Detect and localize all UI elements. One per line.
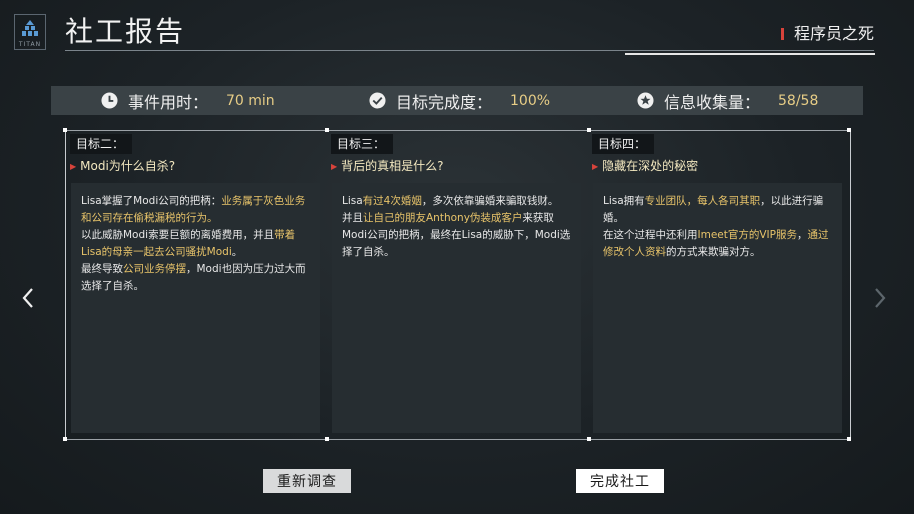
logo-text: TITAN <box>18 41 42 48</box>
frame-corner <box>587 437 591 441</box>
highlight-text: 公司业务停摆 <box>123 263 186 275</box>
case-name-text: 程序员之死 <box>793 24 874 43</box>
stats-bar: 事件用时： 70 min 目标完成度： 100% 信息收集量： 58/58 <box>51 86 863 115</box>
body-text: 并且 <box>342 212 363 224</box>
goal-2-question-text: Modi为什么自杀? <box>80 159 176 173</box>
chevron-left-icon[interactable] <box>18 286 38 310</box>
goal-paragraph: Lisa有过4次婚姻，多次依靠骗婚来骗取钱财。 <box>342 193 571 210</box>
title-divider-accent <box>625 53 875 55</box>
case-marker <box>780 28 784 40</box>
stat-time-label: 事件用时： <box>128 92 209 112</box>
building-icon <box>22 20 38 36</box>
goal-4-header: 目标四： <box>592 134 655 154</box>
goal-3-card: Lisa有过4次婚姻，多次依靠骗婚来骗取钱财。 并且让自己的朋友Anthony伪装… <box>332 183 581 433</box>
body-text: ，多次依靠骗婚来骗取钱财。 <box>421 195 559 207</box>
body-text: ， <box>796 229 808 241</box>
frame-corner <box>63 437 67 441</box>
bullet-arrow-icon: ▶ <box>592 162 599 171</box>
stat-info-label: 信息收集量： <box>664 92 761 112</box>
stat-time-value: 70 min <box>226 92 275 109</box>
stat-info: 信息收集量： 58/58 <box>637 86 818 115</box>
clock-icon <box>101 92 118 109</box>
frame-corner <box>847 437 851 441</box>
highlight-text: Imeet官方的VIP服务 <box>697 229 797 241</box>
body-text: 以此威胁Modi索要巨额的离婚费用，并且 <box>81 229 275 241</box>
goal-2-tag: 目标二： <box>70 134 133 154</box>
frame-top-line <box>65 130 851 131</box>
reinvestigate-button[interactable]: 重新调查 <box>263 469 351 493</box>
highlight-text: 专业团队，每人各司其职 <box>644 195 761 207</box>
titan-logo: TITAN <box>14 14 46 50</box>
stat-completion: 目标完成度： 100% <box>369 86 550 115</box>
frame-corner <box>325 128 329 132</box>
frame-corner <box>63 128 67 132</box>
body-text: Lisa <box>342 195 363 207</box>
goal-2-card: Lisa掌握了Modi公司的把柄：业务属于灰色业务和公司存在偷税漏税的行为。 以此… <box>71 183 320 433</box>
highlight-text: 有过4次婚姻 <box>362 195 422 207</box>
goal-2-body: Lisa掌握了Modi公司的把柄：业务属于灰色业务和公司存在偷税漏税的行为。 以此… <box>71 183 320 295</box>
goal-3-question: ▶ 背后的真相是什么? <box>331 157 444 174</box>
goal-4-question-text: 隐藏在深处的秘密 <box>602 159 699 173</box>
goal-3-body: Lisa有过4次婚姻，多次依靠骗婚来骗取钱财。 并且让自己的朋友Anthony伪装… <box>332 183 581 261</box>
goal-2-header: 目标二： <box>70 134 133 154</box>
body-text: 。 <box>231 246 243 258</box>
chevron-right-icon[interactable] <box>870 286 890 310</box>
frame-corner <box>325 437 329 441</box>
body-text: 最终导致 <box>81 263 123 275</box>
case-name: 程序员之死 <box>780 20 874 44</box>
frame-corner <box>587 128 591 132</box>
star-circle-icon <box>637 92 654 109</box>
goal-paragraph: Lisa掌握了Modi公司的把柄：业务属于灰色业务和公司存在偷税漏税的行为。 <box>81 193 310 227</box>
bullet-arrow-icon: ▶ <box>70 162 77 171</box>
stat-completion-value: 100% <box>510 92 551 109</box>
goal-paragraph: Lisa拥有专业团队，每人各司其职，以此进行骗婚。 <box>603 193 832 227</box>
body-text: Lisa拥有 <box>603 195 645 207</box>
complete-button[interactable]: 完成社工 <box>576 469 664 493</box>
goal-paragraph: 最终导致公司业务停摆，Modi也因为压力过大而选择了自杀。 <box>81 261 310 295</box>
bullet-arrow-icon: ▶ <box>331 162 338 171</box>
goal-4-card: Lisa拥有专业团队，每人各司其职，以此进行骗婚。 在这个过程中还利用Imeet官… <box>593 183 842 433</box>
frame-bottom-line <box>65 439 851 440</box>
stat-time: 事件用时： 70 min <box>101 86 275 115</box>
goal-3-header: 目标三： <box>331 134 394 154</box>
goal-paragraph: 在这个过程中还利用Imeet官方的VIP服务，通过修改个人资料的方式来欺骗对方。 <box>603 227 832 261</box>
body-text: Lisa掌握了Modi公司的把柄： <box>81 195 222 207</box>
body-text: 在这个过程中还利用 <box>603 229 698 241</box>
check-circle-icon <box>369 92 386 109</box>
stat-completion-label: 目标完成度： <box>396 92 493 112</box>
goal-4-tag: 目标四： <box>592 134 655 154</box>
goal-paragraph: 并且让自己的朋友Anthony伪装成客户来获取Modi公司的把柄，最终在Lisa… <box>342 210 571 261</box>
goal-3-tag: 目标三： <box>331 134 394 154</box>
goal-4-question: ▶ 隐藏在深处的秘密 <box>592 157 698 174</box>
page-title: 社工报告 <box>65 15 186 48</box>
frame-corner <box>847 128 851 132</box>
title-divider <box>65 50 874 51</box>
highlight-text: 让自己的朋友Anthony伪装成客户 <box>363 212 523 224</box>
goal-3-question-text: 背后的真相是什么? <box>341 159 444 173</box>
goal-2-question: ▶ Modi为什么自杀? <box>70 157 175 174</box>
goal-paragraph: 以此威胁Modi索要巨额的离婚费用，并且带着Lisa的母亲一起去公司骚扰Modi… <box>81 227 310 261</box>
body-text: 的方式来欺骗对方。 <box>666 246 761 258</box>
goal-4-body: Lisa拥有专业团队，每人各司其职，以此进行骗婚。 在这个过程中还利用Imeet官… <box>593 183 842 261</box>
stat-info-value: 58/58 <box>778 92 819 109</box>
